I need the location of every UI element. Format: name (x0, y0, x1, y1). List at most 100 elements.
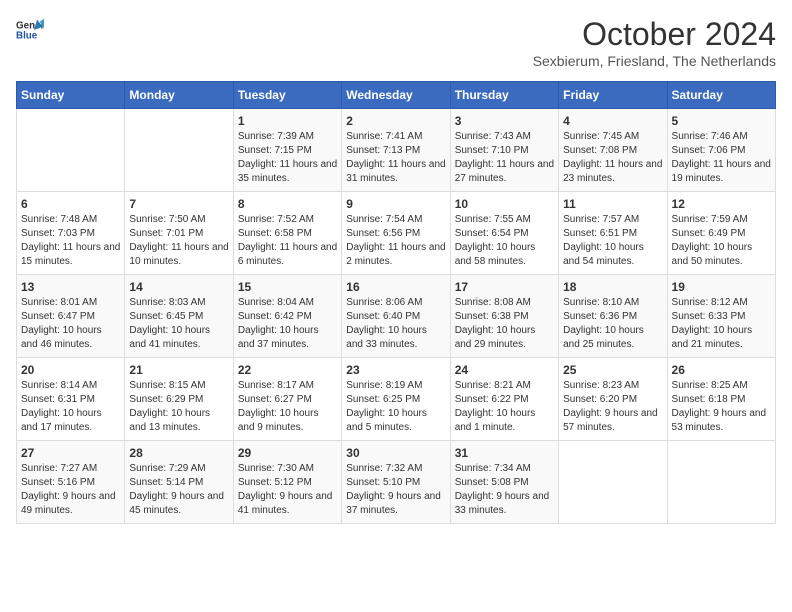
cell-content: Sunrise: 8:04 AM Sunset: 6:42 PM Dayligh… (238, 296, 337, 352)
title-block: October 2024 Sexbierum, Friesland, The N… (533, 16, 776, 69)
calendar-week-3: 13 Sunrise: 8:01 AM Sunset: 6:47 PM Dayli… (17, 275, 776, 358)
cell-content: Sunrise: 7:43 AM Sunset: 7:10 PM Dayligh… (455, 130, 554, 186)
day-number: 15 (238, 280, 337, 294)
calendar-cell: 16Sunrise: 8:06 AM Sunset: 6:40 PM Dayli… (342, 275, 450, 358)
header-row: Sunday Monday Tuesday Wednesday Thursday… (17, 82, 776, 109)
calendar-cell: 13 Sunrise: 8:01 AM Sunset: 6:47 PM Dayli… (17, 275, 125, 358)
calendar-cell: 7Sunrise: 7:50 AM Sunset: 7:01 PM Daylig… (125, 192, 233, 275)
cell-content: Sunrise: 7:27 AM Sunset: 5:16 PM Dayligh… (21, 462, 120, 518)
calendar-cell: 5 Sunrise: 7:46 AM Sunset: 7:06 PM Daylig… (667, 109, 775, 192)
calendar-cell: 29 Sunrise: 7:30 AM Sunset: 5:12 PM Dayli… (233, 441, 341, 524)
calendar-cell: 11 Sunrise: 7:57 AM Sunset: 6:51 PM Dayli… (559, 192, 667, 275)
calendar-cell (17, 109, 125, 192)
cell-content: Sunrise: 7:30 AM Sunset: 5:12 PM Dayligh… (238, 462, 337, 518)
cell-content: Sunrise: 7:59 AM Sunset: 6:49 PM Dayligh… (672, 213, 771, 269)
calendar-cell: 21 Sunrise: 8:15 AM Sunset: 6:29 PM Dayli… (125, 358, 233, 441)
day-number: 30 (346, 446, 445, 460)
calendar-table: Sunday Monday Tuesday Wednesday Thursday… (16, 81, 776, 524)
day-number: 23 (346, 363, 445, 377)
day-number: 6 (21, 197, 120, 211)
calendar-cell: 9Sunrise: 7:54 AM Sunset: 6:56 PM Daylig… (342, 192, 450, 275)
day-number: 8 (238, 197, 337, 211)
day-number: 5 (672, 114, 771, 128)
calendar-cell: 17 Sunrise: 8:08 AM Sunset: 6:38 PM Dayli… (450, 275, 558, 358)
day-number: 13 (21, 280, 120, 294)
cell-content: Sunrise: 7:48 AM Sunset: 7:03 PM Dayligh… (21, 213, 120, 269)
calendar-cell: 24 Sunrise: 8:21 AM Sunset: 6:22 PM Dayli… (450, 358, 558, 441)
day-number: 21 (129, 363, 228, 377)
cell-content: Sunrise: 8:08 AM Sunset: 6:38 PM Dayligh… (455, 296, 554, 352)
calendar-cell: 30 Sunrise: 7:32 AM Sunset: 5:10 PM Dayli… (342, 441, 450, 524)
calendar-cell: 12 Sunrise: 7:59 AM Sunset: 6:49 PM Dayli… (667, 192, 775, 275)
col-sunday: Sunday (17, 82, 125, 109)
calendar-cell: 6 Sunrise: 7:48 AM Sunset: 7:03 PM Daylig… (17, 192, 125, 275)
day-number: 26 (672, 363, 771, 377)
day-number: 7 (129, 197, 228, 211)
calendar-cell: 14Sunrise: 8:03 AM Sunset: 6:45 PM Dayli… (125, 275, 233, 358)
calendar-cell: 27 Sunrise: 7:27 AM Sunset: 5:16 PM Dayli… (17, 441, 125, 524)
cell-content: Sunrise: 8:01 AM Sunset: 6:47 PM Dayligh… (21, 296, 120, 352)
day-number: 29 (238, 446, 337, 460)
calendar-cell: 2Sunrise: 7:41 AM Sunset: 7:13 PM Daylig… (342, 109, 450, 192)
day-number: 11 (563, 197, 662, 211)
cell-content: Sunrise: 8:15 AM Sunset: 6:29 PM Dayligh… (129, 379, 228, 435)
svg-text:Blue: Blue (16, 30, 38, 41)
calendar-cell: 15 Sunrise: 8:04 AM Sunset: 6:42 PM Dayli… (233, 275, 341, 358)
location-subtitle: Sexbierum, Friesland, The Netherlands (533, 53, 776, 69)
col-friday: Friday (559, 82, 667, 109)
cell-content: Sunrise: 7:39 AM Sunset: 7:15 PM Dayligh… (238, 130, 337, 186)
day-number: 22 (238, 363, 337, 377)
calendar-cell: 10Sunrise: 7:55 AM Sunset: 6:54 PM Dayli… (450, 192, 558, 275)
day-number: 18 (563, 280, 662, 294)
day-number: 9 (346, 197, 445, 211)
cell-content: Sunrise: 8:25 AM Sunset: 6:18 PM Dayligh… (672, 379, 771, 435)
col-tuesday: Tuesday (233, 82, 341, 109)
calendar-cell: 8Sunrise: 7:52 AM Sunset: 6:58 PM Daylig… (233, 192, 341, 275)
day-number: 27 (21, 446, 120, 460)
day-number: 31 (455, 446, 554, 460)
calendar-cell: 25 Sunrise: 8:23 AM Sunset: 6:20 PM Dayli… (559, 358, 667, 441)
calendar-cell: 22 Sunrise: 8:17 AM Sunset: 6:27 PM Dayli… (233, 358, 341, 441)
calendar-cell: 1 Sunrise: 7:39 AM Sunset: 7:15 PM Daylig… (233, 109, 341, 192)
calendar-cell: 18 Sunrise: 8:10 AM Sunset: 6:36 PM Dayli… (559, 275, 667, 358)
day-number: 2 (346, 114, 445, 128)
day-number: 20 (21, 363, 120, 377)
day-number: 3 (455, 114, 554, 128)
day-number: 24 (455, 363, 554, 377)
calendar-week-5: 27 Sunrise: 7:27 AM Sunset: 5:16 PM Dayli… (17, 441, 776, 524)
calendar-week-4: 20Sunrise: 8:14 AM Sunset: 6:31 PM Dayli… (17, 358, 776, 441)
cell-content: Sunrise: 8:06 AM Sunset: 6:40 PM Dayligh… (346, 296, 445, 352)
cell-content: Sunrise: 7:34 AM Sunset: 5:08 PM Dayligh… (455, 462, 554, 518)
calendar-week-1: 1 Sunrise: 7:39 AM Sunset: 7:15 PM Daylig… (17, 109, 776, 192)
page-header: General Blue October 2024 Sexbierum, Fri… (16, 16, 776, 69)
logo: General Blue (16, 16, 44, 44)
calendar-cell (559, 441, 667, 524)
calendar-cell: 26 Sunrise: 8:25 AM Sunset: 6:18 PM Dayli… (667, 358, 775, 441)
day-number: 14 (129, 280, 228, 294)
cell-content: Sunrise: 7:45 AM Sunset: 7:08 PM Dayligh… (563, 130, 662, 186)
calendar-week-2: 6 Sunrise: 7:48 AM Sunset: 7:03 PM Daylig… (17, 192, 776, 275)
day-number: 28 (129, 446, 228, 460)
day-number: 1 (238, 114, 337, 128)
cell-content: Sunrise: 8:21 AM Sunset: 6:22 PM Dayligh… (455, 379, 554, 435)
day-number: 17 (455, 280, 554, 294)
cell-content: Sunrise: 8:23 AM Sunset: 6:20 PM Dayligh… (563, 379, 662, 435)
cell-content: Sunrise: 8:17 AM Sunset: 6:27 PM Dayligh… (238, 379, 337, 435)
calendar-cell: 20Sunrise: 8:14 AM Sunset: 6:31 PM Dayli… (17, 358, 125, 441)
col-monday: Monday (125, 82, 233, 109)
cell-content: Sunrise: 7:29 AM Sunset: 5:14 PM Dayligh… (129, 462, 228, 518)
cell-content: Sunrise: 7:46 AM Sunset: 7:06 PM Dayligh… (672, 130, 771, 186)
day-number: 12 (672, 197, 771, 211)
calendar-cell: 3 Sunrise: 7:43 AM Sunset: 7:10 PM Daylig… (450, 109, 558, 192)
cell-content: Sunrise: 8:19 AM Sunset: 6:25 PM Dayligh… (346, 379, 445, 435)
cell-content: Sunrise: 7:57 AM Sunset: 6:51 PM Dayligh… (563, 213, 662, 269)
cell-content: Sunrise: 8:10 AM Sunset: 6:36 PM Dayligh… (563, 296, 662, 352)
cell-content: Sunrise: 7:55 AM Sunset: 6:54 PM Dayligh… (455, 213, 554, 269)
calendar-cell: 28 Sunrise: 7:29 AM Sunset: 5:14 PM Dayli… (125, 441, 233, 524)
day-number: 25 (563, 363, 662, 377)
col-saturday: Saturday (667, 82, 775, 109)
calendar-cell: 31 Sunrise: 7:34 AM Sunset: 5:08 PM Dayli… (450, 441, 558, 524)
cell-content: Sunrise: 7:32 AM Sunset: 5:10 PM Dayligh… (346, 462, 445, 518)
day-number: 4 (563, 114, 662, 128)
calendar-cell: 19Sunrise: 8:12 AM Sunset: 6:33 PM Dayli… (667, 275, 775, 358)
